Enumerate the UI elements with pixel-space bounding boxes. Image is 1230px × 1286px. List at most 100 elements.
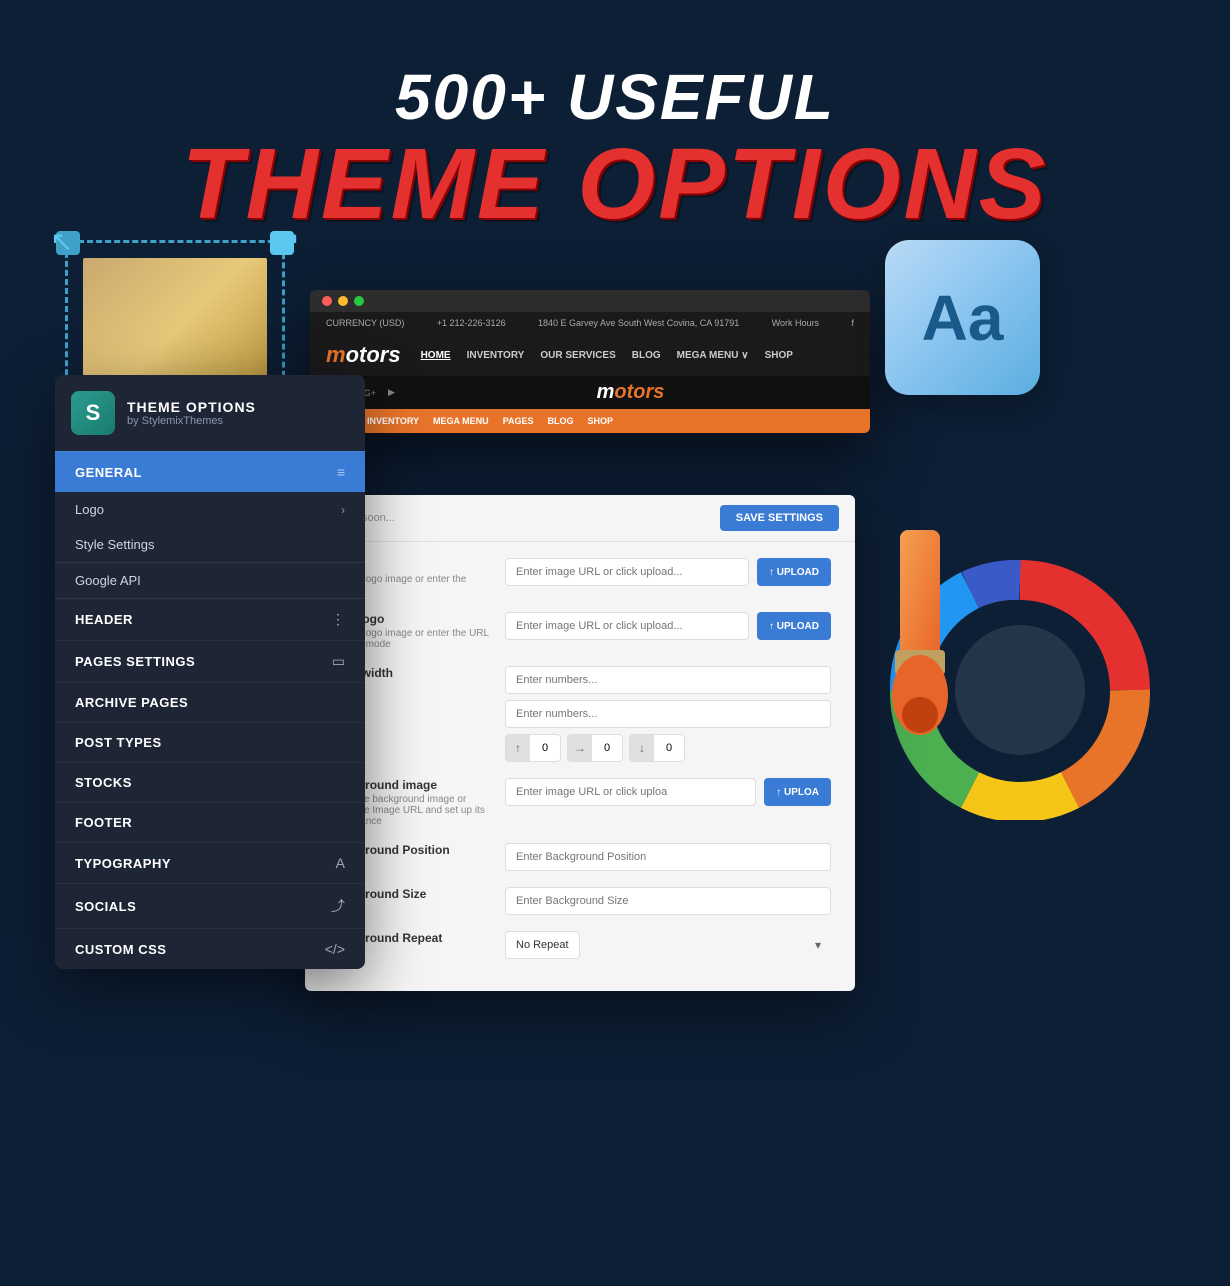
theme-panel-header: S THEME OPTIONS by StylemixThemes <box>55 375 365 451</box>
browser-dot-red <box>322 296 332 306</box>
motors-logo2: motors <box>597 381 665 403</box>
num-right-input[interactable] <box>592 742 622 754</box>
panel-sub-title: by StylemixThemes <box>127 415 256 427</box>
code-icon: </> <box>325 941 345 957</box>
bg-repeat-select-wrapper: No Repeat Repeat Repeat X Repeat Y <box>505 931 831 959</box>
num-right-btn[interactable]: → <box>568 735 592 761</box>
num-up-btn[interactable]: ↑ <box>506 735 530 761</box>
menu-item-general[interactable]: GENERAL ≡ <box>55 451 365 492</box>
logo-width-row: Logo width ↑ → ↓ <box>329 666 831 762</box>
facebook-icon: f <box>851 318 854 328</box>
dots-icon: ⋮ <box>331 611 345 628</box>
nav-mega[interactable]: MEGA MENU ∨ <box>677 350 749 361</box>
logo-upload-button[interactable]: ↑ UPLOAD <box>757 558 831 586</box>
save-settings-button[interactable]: SAVE SETTINGS <box>720 505 839 531</box>
chevron-right-icon: › <box>341 503 345 517</box>
menu-label-css: CUSTOM CSS <box>75 942 166 957</box>
nav-blog[interactable]: BLOG <box>632 350 661 361</box>
hero-line2: THEME OPTIONS <box>0 134 1230 234</box>
menu-label-style: Style Settings <box>75 537 155 552</box>
menu-item-typography[interactable]: TYPOGRAPHY A <box>55 842 365 883</box>
nav2-mega[interactable]: MEGA MENU <box>433 416 489 426</box>
logo-width-input1[interactable] <box>505 666 831 694</box>
menu-label-google: Google API <box>75 573 141 588</box>
menu-label-post: POST TYPES <box>75 735 162 750</box>
logo-width-inputs: ↑ → ↓ <box>505 666 831 762</box>
font-icon: Aa <box>885 240 1040 395</box>
address-text: 1840 E Garvey Ave South West Covina, CA … <box>538 318 739 328</box>
browser-dot-yellow <box>338 296 348 306</box>
nav-services[interactable]: OUR SERVICES <box>540 350 615 361</box>
num-down-input[interactable] <box>654 742 684 754</box>
menu-item-archive[interactable]: ARCHIVE PAGES <box>55 682 365 722</box>
num-up-input[interactable] <box>530 742 560 754</box>
menu-label-general: GENERAL <box>75 465 142 480</box>
menu-item-pages[interactable]: PAGES SETTINGS ▭ <box>55 640 365 682</box>
nav-inventory[interactable]: INVENTORY <box>467 350 525 361</box>
panel-main-title: THEME OPTIONS <box>127 399 256 415</box>
theme-panel-title: THEME OPTIONS by StylemixThemes <box>127 399 256 427</box>
bg-position-row: Background Position <box>329 843 831 871</box>
settings-topbar: Coming soon... SAVE SETTINGS <box>305 495 855 542</box>
bg-size-input-col <box>505 887 831 915</box>
bg-image-upload-button[interactable]: ↑ UPLOA <box>764 778 831 806</box>
bg-repeat-select[interactable]: No Repeat Repeat Repeat X Repeat Y <box>505 931 580 959</box>
nav2-blog[interactable]: BLOG <box>548 416 574 426</box>
paint-brush <box>830 520 1010 740</box>
menu-label-footer: FOOTER <box>75 815 132 830</box>
nav-home[interactable]: HOME <box>421 350 451 361</box>
bg-size-input[interactable] <box>505 887 831 915</box>
monitor-icon: ▭ <box>332 653 345 670</box>
menu-item-logo[interactable]: Logo › <box>55 492 365 527</box>
typography-icon: A <box>336 855 345 871</box>
sliders-icon: ≡ <box>337 464 345 480</box>
menu-item-stocks[interactable]: STOCKS <box>55 762 365 802</box>
logo-letter: S <box>86 400 101 426</box>
menu-item-header[interactable]: HEADER ⋮ <box>55 598 365 640</box>
social-yt: ▶ <box>388 387 395 398</box>
font-icon-text: Aa <box>922 281 1004 355</box>
bg-size-row: Background Size <box>329 887 831 915</box>
hours-text: Work Hours <box>772 318 819 328</box>
menu-item-google[interactable]: Google API <box>55 562 365 598</box>
menu-item-style[interactable]: Style Settings <box>55 527 365 562</box>
bg-repeat-row: Background Repeat No Repeat Repeat Repea… <box>329 931 831 959</box>
motors-navbar2: HOME INVENTORY MEGA MENU PAGES BLOG SHOP <box>310 409 870 433</box>
num-down-btn[interactable]: ↓ <box>630 735 654 761</box>
theme-panel-menu: GENERAL ≡ Logo › Style Settings Google A… <box>55 451 365 969</box>
menu-label-logo: Logo <box>75 502 104 517</box>
bg-position-input[interactable] <box>505 843 831 871</box>
logo-input-col: ↑ UPLOAD <box>505 558 831 586</box>
currency-text: CURRENCY (USD) <box>326 318 404 328</box>
dark-logo-upload-button[interactable]: ↑ UPLOAD <box>757 612 831 640</box>
logo-width-input2[interactable] <box>505 700 831 728</box>
menu-item-post[interactable]: POST TYPES <box>55 722 365 762</box>
number-inputs-row: ↑ → ↓ <box>505 734 831 762</box>
dark-logo-input-col: ↑ UPLOAD <box>505 612 831 640</box>
menu-label-typography: TYPOGRAPHY <box>75 856 171 871</box>
menu-item-css[interactable]: CUSTOM CSS </> <box>55 928 365 969</box>
social-gp: G+ <box>364 388 376 398</box>
bg-image-input-col: ↑ UPLOA <box>505 778 831 806</box>
nav-shop[interactable]: SHOP <box>765 350 793 361</box>
menu-item-footer[interactable]: FOOTER <box>55 802 365 842</box>
num-group-right: → <box>567 734 623 762</box>
theme-options-panel: S THEME OPTIONS by StylemixThemes GENERA… <box>55 375 365 969</box>
motors-nav-items1: HOME INVENTORY OUR SERVICES BLOG MEGA ME… <box>421 350 793 361</box>
nav2-pages[interactable]: PAGES <box>503 416 534 426</box>
bg-repeat-input-col: No Repeat Repeat Repeat X Repeat Y <box>505 931 831 959</box>
nav2-shop[interactable]: SHOP <box>588 416 614 426</box>
menu-label-pages: PAGES SETTINGS <box>75 654 195 669</box>
menu-item-socials[interactable]: SOCIALS ⤴ <box>55 883 365 928</box>
phone-text: +1 212-226-3126 <box>437 318 506 328</box>
bg-position-input-col <box>505 843 831 871</box>
motors-logo1: motors <box>326 342 401 368</box>
bg-image-row: Background image Enter the background im… <box>329 778 831 827</box>
dark-logo-url-input[interactable] <box>505 612 749 640</box>
browser-topbar <box>310 290 870 312</box>
bg-image-url-input[interactable] <box>505 778 756 806</box>
logo-url-input[interactable] <box>505 558 749 586</box>
nav2-inventory[interactable]: INVENTORY <box>367 416 419 426</box>
browser-dot-green <box>354 296 364 306</box>
browser-mockup: CURRENCY (USD) +1 212-226-3126 1840 E Ga… <box>310 290 870 433</box>
